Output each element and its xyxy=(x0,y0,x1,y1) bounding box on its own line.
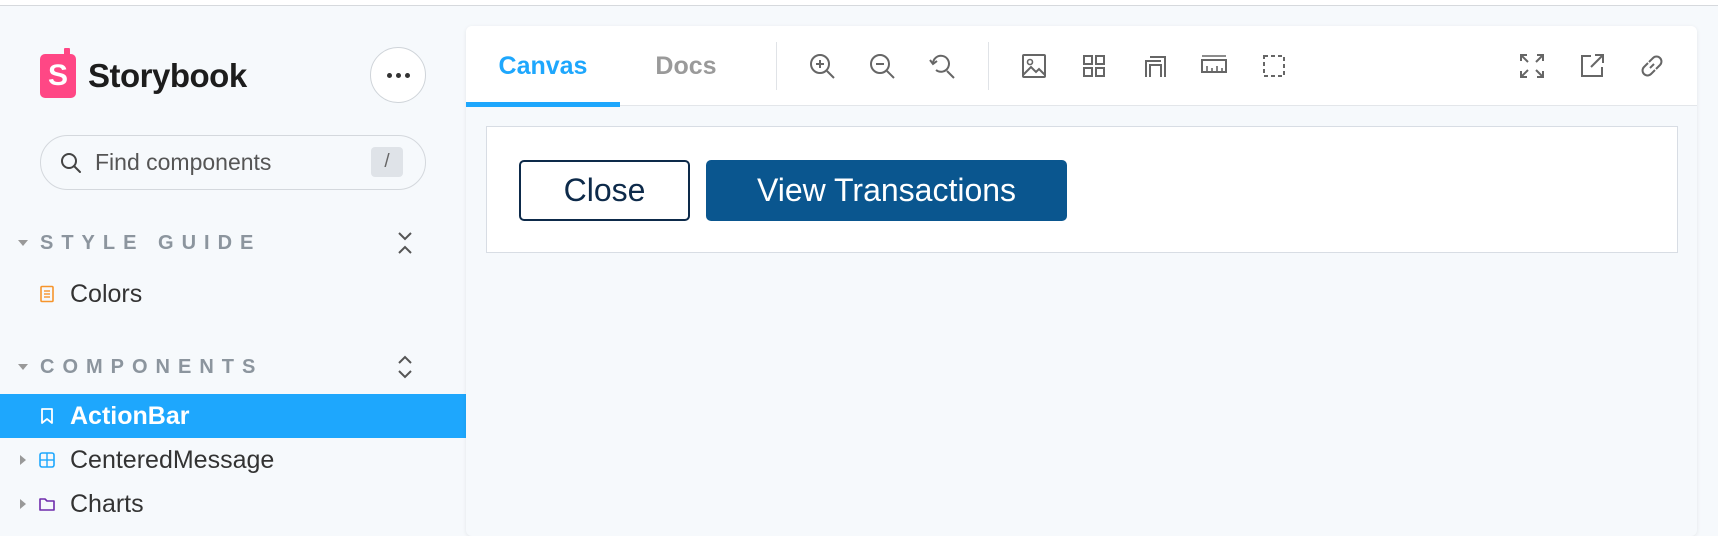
outline-icon[interactable] xyxy=(1258,50,1290,82)
tab-canvas[interactable]: Canvas xyxy=(466,26,620,107)
preview-panel: Canvas Docs Close View Transactions xyxy=(466,26,1697,536)
section-caret-icon xyxy=(18,364,28,370)
component-icon xyxy=(39,452,55,468)
folder-icon xyxy=(39,498,55,511)
section-style-guide[interactable]: STYLE GUIDE xyxy=(0,223,466,263)
storybook-logo-icon: S xyxy=(40,48,76,98)
sidebar-item-label: ActionBar xyxy=(70,401,190,430)
search-input[interactable] xyxy=(95,149,355,176)
sidebar-item-centeredmessage[interactable]: CenteredMessage xyxy=(0,438,466,482)
sidebar-item-charts[interactable]: Charts xyxy=(0,482,466,526)
collapse-icon[interactable] xyxy=(396,230,414,256)
section-components[interactable]: COMPONENTS xyxy=(0,347,466,387)
viewport-icon[interactable] xyxy=(1138,50,1170,82)
fullscreen-icon[interactable] xyxy=(1516,50,1548,82)
bookmark-icon xyxy=(41,408,53,424)
section-title: STYLE GUIDE xyxy=(40,231,262,254)
search-icon xyxy=(61,152,81,173)
zoom-out-icon[interactable] xyxy=(866,50,898,82)
sidebar-item-colors[interactable]: Colors xyxy=(0,272,466,316)
sidebar-item-label: Colors xyxy=(70,279,143,308)
toolbar-divider xyxy=(776,42,777,90)
grid-icon[interactable] xyxy=(1078,50,1110,82)
sidebar-item-label: Charts xyxy=(70,489,144,518)
close-button[interactable]: Close xyxy=(519,160,690,221)
ellipsis-icon xyxy=(386,72,410,78)
search-box[interactable]: / xyxy=(40,135,426,190)
tab-docs[interactable]: Docs xyxy=(620,26,752,106)
view-transactions-button[interactable]: View Transactions xyxy=(706,160,1067,221)
open-new-tab-icon[interactable] xyxy=(1576,50,1608,82)
sidebar: S Storybook / STYLE GUIDE Colors CO xyxy=(0,6,466,532)
expand-icon[interactable] xyxy=(396,354,414,380)
background-icon[interactable] xyxy=(1018,50,1050,82)
story-canvas: Close View Transactions xyxy=(486,126,1678,253)
measure-icon[interactable] xyxy=(1198,50,1230,82)
sidebar-item-label: CenteredMessage xyxy=(70,445,275,474)
expand-caret-icon xyxy=(20,455,26,465)
search-shortcut-badge: / xyxy=(371,147,403,177)
zoom-reset-icon[interactable] xyxy=(926,50,958,82)
document-icon xyxy=(40,285,54,303)
toolbar-divider xyxy=(988,42,989,90)
expand-caret-icon xyxy=(20,499,26,509)
brand[interactable]: S Storybook xyxy=(40,48,247,98)
toolbar: Canvas Docs xyxy=(466,26,1697,107)
section-title: COMPONENTS xyxy=(40,355,264,378)
zoom-in-icon[interactable] xyxy=(806,50,838,82)
copy-link-icon[interactable] xyxy=(1636,50,1668,82)
sidebar-menu-button[interactable] xyxy=(370,47,426,103)
brand-name: Storybook xyxy=(88,57,247,94)
section-caret-icon xyxy=(18,240,28,246)
sidebar-item-actionbar[interactable]: ActionBar xyxy=(0,394,466,438)
